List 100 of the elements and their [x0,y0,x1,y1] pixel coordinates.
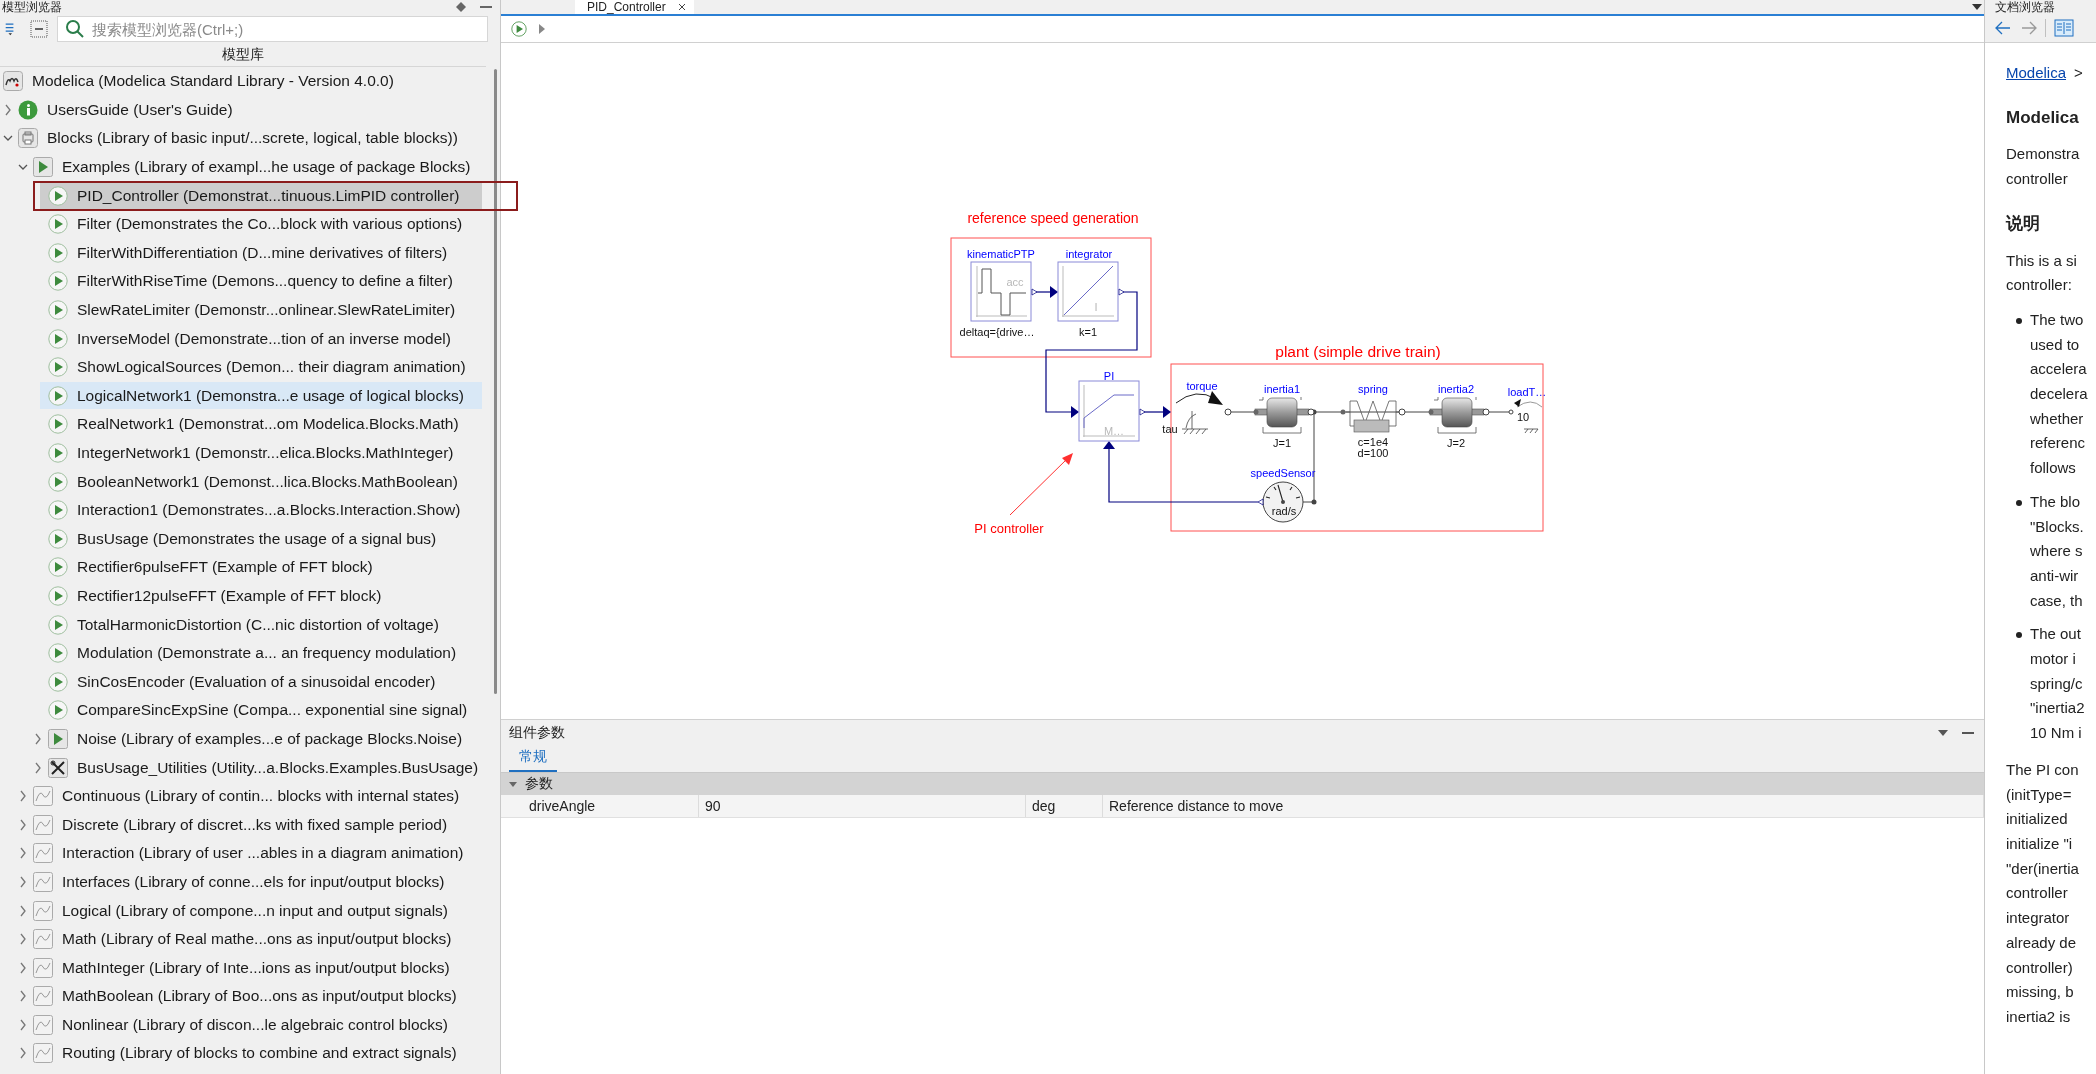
panel-title: 模型浏览器 [2,0,62,14]
tree-item[interactable]: SlewRateLimiter (Demonstr...onlinear.SlewRateLimiter) [48,296,482,324]
tree-item[interactable]: Math (Library of Real mathe...ons as input/output blocks) [33,925,482,953]
tree-item[interactable]: Routing (Library of blocks to combine and extract signals) [33,1040,482,1067]
callout-text: PI controller [974,521,1044,536]
parameter-value[interactable]: 90 [699,795,1026,817]
tree-item[interactable]: SinCosEncoder (Evaluation of a sinusoidal encoder) [48,668,482,696]
tree-item[interactable]: Modelica (Modelica Standard Library - Version 4.0.0) [3,67,482,95]
play-icon [48,557,68,578]
tree-item[interactable]: IntegerNetwork1 (Demonstr...elica.Blocks.MathInteger) [48,439,482,467]
tree-item[interactable]: Filter (Demonstrates the Co...block with various options) [48,210,482,238]
component-label: torque [1186,380,1218,392]
chevron-icon [18,847,28,860]
tree-item[interactable]: LogicalNetwork1 (Demonstra...e usage of logical blocks) [40,382,482,410]
minimize-button[interactable] [1960,729,1976,737]
tree-item[interactable]: BusUsage_Utilities (Utility...a.Blocks.Examples.BusUsage) [48,754,482,782]
editor-tab[interactable]: PID_Controller [575,0,694,14]
curve-icon [33,871,53,892]
tree-item[interactable]: FilterWithRiseTime (Demons...quency to define a filter) [48,267,482,295]
chevron-icon [18,990,28,1003]
component-label: PI [1103,370,1115,382]
back-button[interactable] [1993,19,2013,37]
parameter-label: 10 [1516,411,1530,423]
play-icon [48,614,68,635]
parameter-label: J=1 [1273,437,1291,449]
tree-item[interactable]: Interaction (Library of user ...ables in a diagram animation) [33,839,482,867]
block-icon-text: acc [1006,276,1024,288]
minus-icon [1962,731,1974,735]
book-button[interactable] [2052,17,2076,39]
tree-item[interactable]: Modulation (Demonstrate a... an frequency modulation) [48,639,482,667]
play-icon [48,185,68,206]
chevron-icon [33,761,43,774]
tree-item[interactable]: Interaction1 (Demonstrates...a.Blocks.Interaction.Show) [48,496,482,524]
play-icon [48,328,68,349]
tree-item[interactable]: TotalHarmonicDistortion (C...nic distortion of voltage) [48,611,482,639]
collapse-all-button[interactable] [27,17,51,41]
chevron-icon [33,732,43,745]
play-icon [48,214,68,235]
parameter-label: rad/s [1271,505,1297,517]
doc-paragraph: This is a si controller: [2006,250,2078,296]
doc-paragraph: The PI con (initType= initialized initialize "i "der(inertia controller integrator already de controller) missing, b inertia2 is [2006,759,2080,1027]
tree-item[interactable]: PID_Controller (Demonstrat...tinuous.LimPID controller) [40,182,482,210]
chevron-icon [18,961,28,974]
play-package-icon [48,728,68,749]
tree-item[interactable]: Logical (Library of compone...n input and output signals) [33,897,482,924]
float-button[interactable] [454,0,468,14]
component-label: kinematicPTP [967,248,1035,260]
doc-summary: Demonstra controller [2006,144,2081,190]
junction-dot [1311,499,1317,505]
info-icon [18,99,38,120]
curve-icon [33,929,53,950]
simulate-button[interactable] [509,19,529,39]
tree-item[interactable]: RealNetwork1 (Demonstrat...om Modelica.Blocks.Math) [48,410,482,438]
tree-item[interactable]: FilterWithDifferentiation (D...mine derivatives of filters) [48,239,482,267]
tree-item[interactable]: Noise (Library of examples...e of package Blocks.Noise) [48,725,482,753]
chevron-icon [18,875,28,888]
step-signal-block [970,261,1032,322]
expand-button[interactable] [537,22,547,36]
tree-item[interactable]: Rectifier6pulseFFT (Example of FFT block) [48,553,482,581]
tree-item[interactable]: Examples (Library of exampl...he usage of package Blocks) [33,153,482,181]
component-label: spring [1358,383,1388,395]
close-icon [677,3,686,11]
bullet-text: The two used to accelera decelera whether referenc follows [2030,309,2088,479]
tree-item[interactable]: Blocks (Library of basic input/...screte, logical, table blocks)) [18,125,482,152]
integrator-block [1057,261,1119,322]
tree-item[interactable]: Nonlinear (Library of discon...le algebraic control blocks) [33,1011,482,1039]
curve-icon [33,986,53,1007]
block-icon-text: M… [1103,425,1125,437]
parameter-label: deltaq={drive… [959,326,1035,338]
tree-item[interactable]: InverseModel (Demonstrate...tion of an inverse model) [48,325,482,353]
tree-item[interactable]: ShowLogicalSources (Demon... their diagram animation) [48,353,482,381]
tree-item[interactable]: BooleanNetwork1 (Demonst...lica.Blocks.MathBoolean) [48,468,482,496]
inertia-drawing [1253,396,1315,434]
tree-item[interactable]: MathBoolean (Library of Boo...ons as input/output blocks) [33,982,482,1010]
play-icon [48,586,68,606]
tree-item[interactable]: BusUsage (Demonstrates the usage of a signal bus) [48,525,482,553]
forward-button[interactable] [2019,19,2039,37]
curve-icon [33,900,53,921]
tree-item[interactable]: Interfaces (Library of conne...els for input/output blocks) [33,868,482,896]
group-row[interactable]: 参数 [501,773,1984,795]
tree-item[interactable]: Rectifier12pulseFFT (Example of FFT block) [48,582,482,610]
tree-item[interactable]: Discrete (Library of discret...ks with fixed sample period) [33,811,482,839]
panel-menu-button[interactable] [1936,728,1950,738]
chevron-icon [18,818,28,831]
parameter-label: J=2 [1447,437,1465,449]
caret-icon [1972,4,1982,10]
chevron-icon [18,904,28,917]
tree-item[interactable]: MathInteger (Library of Inte...ions as input/output blocks) [33,954,482,982]
minimize-button[interactable] [478,3,494,11]
tree-item[interactable]: UsersGuide (User's Guide) [18,96,482,124]
component-label: inertia1 [1263,383,1301,395]
speed-sensor-drawing [1257,481,1304,523]
search-field[interactable]: 搜索模型浏览器(Ctrl+;) [57,16,488,42]
play-icon [48,671,68,692]
scrollbar-thumb[interactable] [493,69,497,694]
tree-item[interactable]: CompareSincExpSine (Compa... exponential sine signal) [48,696,482,724]
tools-icon [48,757,68,778]
tree-item[interactable]: Continuous (Library of contin... blocks with internal states) [33,782,482,810]
breadcrumb-link[interactable]: Modelica [2006,61,2067,86]
group-title: reference speed generation [967,210,1139,226]
